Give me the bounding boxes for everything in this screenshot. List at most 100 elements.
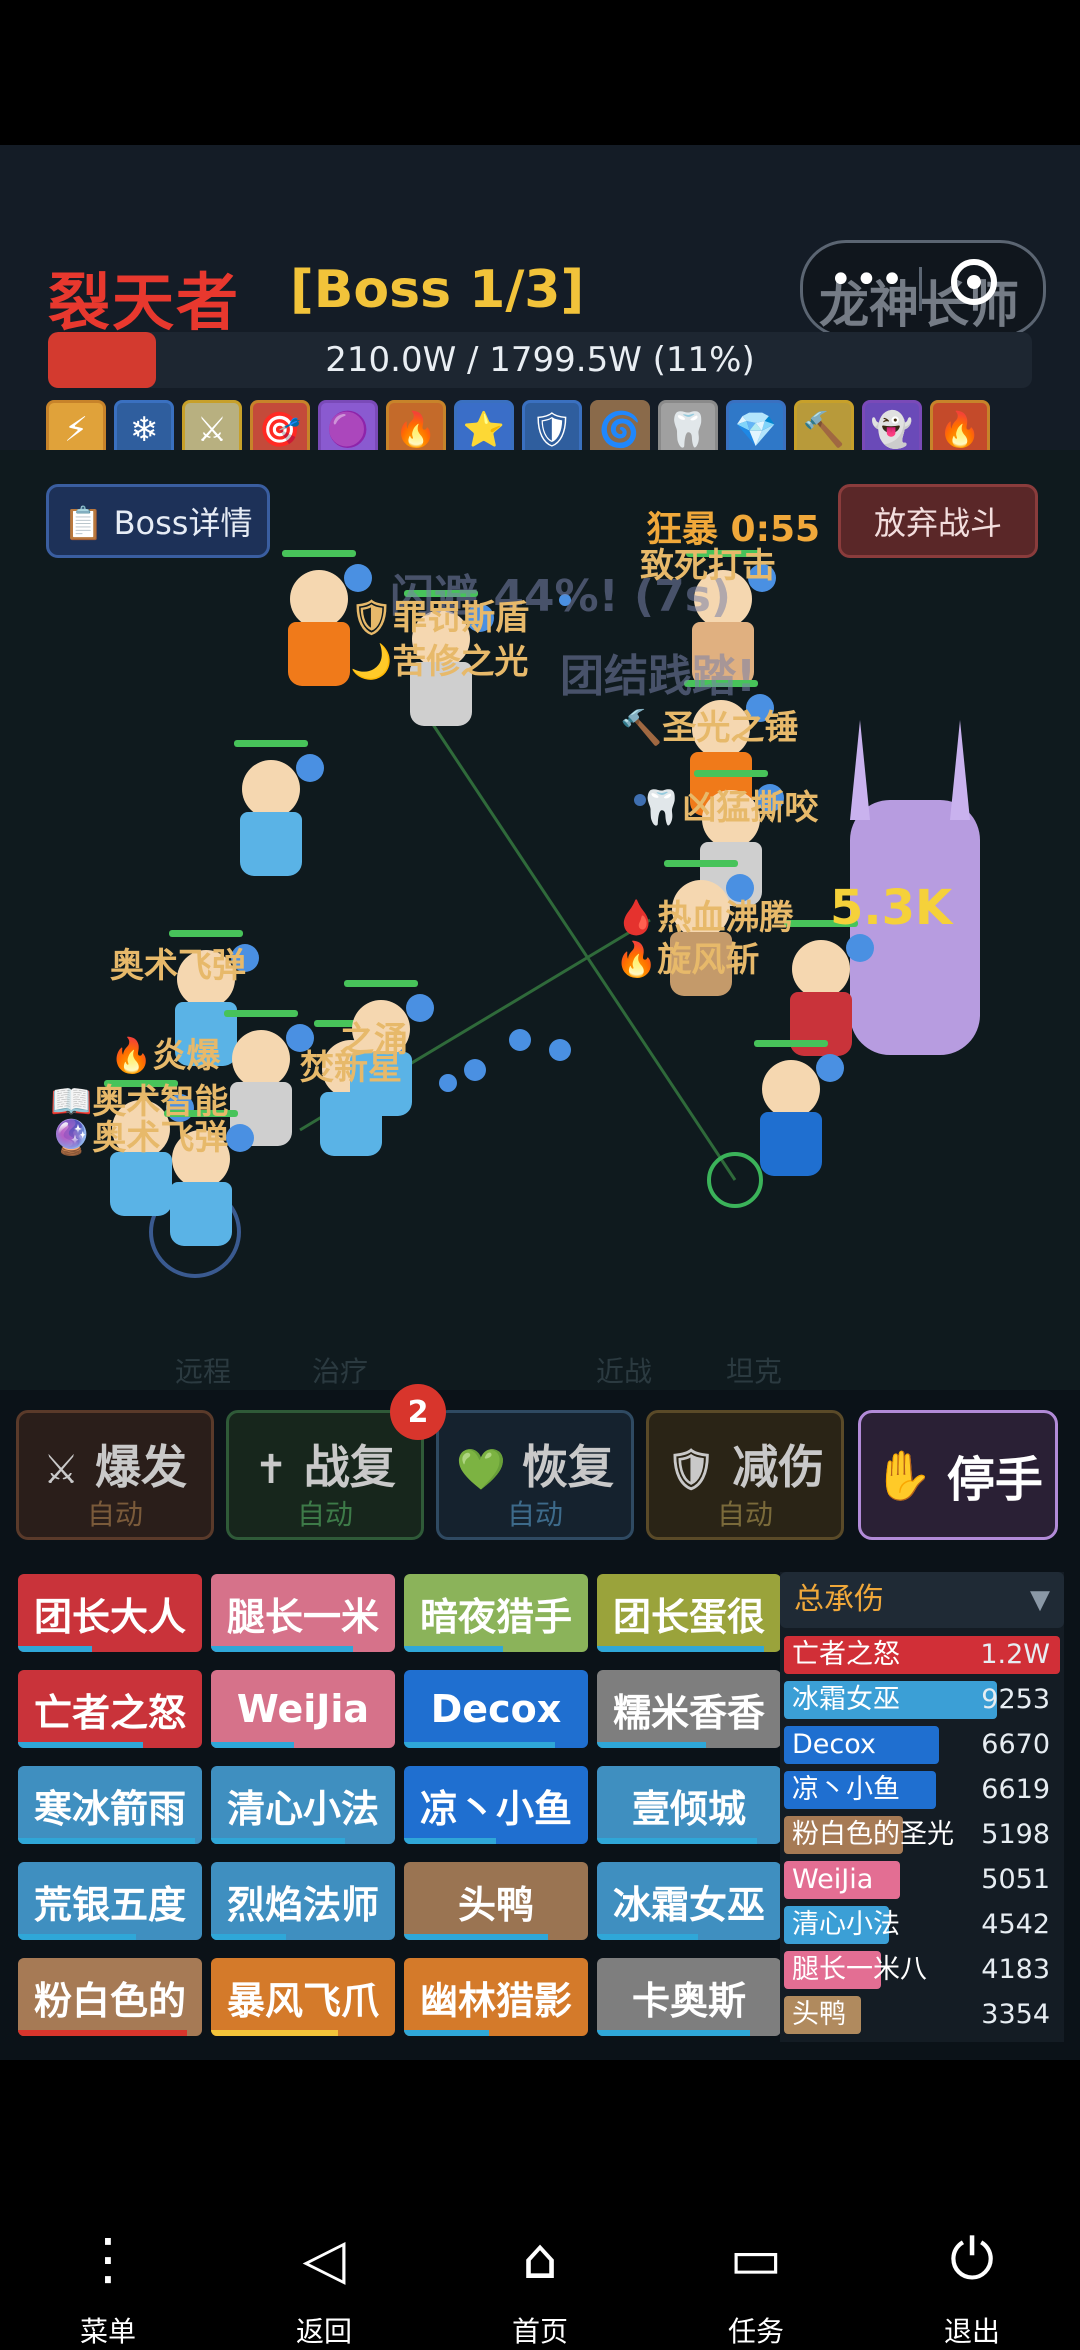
roster-name: 糯米香香: [612, 1690, 765, 1735]
damage-panel-title: 总承伤: [794, 1582, 884, 1617]
roster-name: 亡者之怒: [33, 1690, 186, 1735]
nav-label: 任务: [727, 2315, 784, 2348]
hand-icon: ✋: [873, 1447, 933, 1504]
action-title: 战复: [303, 1440, 396, 1494]
roster-name: WeiJia: [236, 1687, 370, 1731]
nav-2[interactable]: ⌂ 首页: [470, 2220, 610, 2350]
action-button-3[interactable]: 🛡 减伤 自动: [646, 1410, 844, 1540]
damage-panel-dropdown[interactable]: 总承伤 ▼: [780, 1572, 1064, 1628]
action-mode: 自动: [506, 1498, 563, 1531]
combat-text: 奥术飞弹: [110, 946, 246, 986]
nav-icon: ▭: [729, 2227, 783, 2292]
staff-orb-icon: [226, 1124, 254, 1152]
roster-card[interactable]: 亡者之怒: [18, 1670, 202, 1748]
action-title: 恢复: [521, 1440, 614, 1494]
close-target-icon[interactable]: [951, 259, 997, 305]
boss-name: 裂天者: [48, 266, 241, 339]
damage-name: 亡者之怒: [792, 1639, 900, 1670]
more-dots-icon[interactable]: •••: [829, 257, 906, 303]
roster-card[interactable]: 糯米香香: [597, 1670, 781, 1748]
nav-0[interactable]: ⋮ 菜单: [38, 2220, 178, 2350]
boss-stage: [Boss 1/3]: [290, 260, 585, 320]
action-button-1[interactable]: ✝ 战复 自动: [226, 1410, 424, 1540]
roster-name: 荒银五度: [33, 1882, 186, 1927]
roster-card[interactable]: 腿长一米: [211, 1574, 395, 1652]
roster-card[interactable]: WeiJia: [211, 1670, 395, 1748]
roster-card[interactable]: 冰霜女巫: [597, 1862, 781, 1940]
roster-name: 冰霜女巫: [612, 1882, 765, 1927]
unit-head: [792, 940, 850, 998]
action-icon: 💚: [456, 1447, 506, 1493]
roster-card[interactable]: 幽林猎影: [404, 1958, 588, 2036]
nav-icon: ⏻: [949, 2227, 995, 2292]
roster-hp-bar: [211, 1838, 346, 1844]
zone-label: 近战: [596, 1355, 653, 1388]
roster-hp-bar: [404, 1838, 496, 1844]
unit-hp-bar: [694, 770, 768, 777]
roster-name: 清心小法: [226, 1786, 379, 1831]
zone-label: 远程: [175, 1355, 232, 1388]
damage-row: 亡者之怒 1.2W: [784, 1636, 1060, 1674]
staff-orb-icon: [816, 1054, 844, 1082]
nav-3[interactable]: ▭ 任务: [686, 2220, 826, 2350]
nav-1[interactable]: ◁ 返回: [254, 2220, 394, 2350]
unit-body: [288, 622, 350, 686]
buff-icon: 🎯: [250, 400, 310, 450]
stop-button[interactable]: ✋ 停手: [858, 1410, 1058, 1540]
roster-card[interactable]: 清心小法: [211, 1766, 395, 1844]
staff-orb-icon: [406, 994, 434, 1022]
buff-icon: 🌀: [590, 400, 650, 450]
damage-row: 冰霜女巫 9253: [784, 1681, 1060, 1719]
roster-card[interactable]: 壹倾城: [597, 1766, 781, 1844]
action-title: 减伤: [732, 1440, 825, 1494]
buff-icon: ⚔: [182, 400, 242, 450]
roster-card[interactable]: 头鸭: [404, 1862, 588, 1940]
unit-hp-bar: [754, 1040, 828, 1047]
damage-row: 凉丶小鱼 6619: [784, 1771, 1060, 1809]
mini-program-capsule[interactable]: 龙神长师 •••: [800, 240, 1046, 338]
roster-name: 暗夜猎手: [419, 1594, 572, 1639]
combat-text: 🔥旋风斩: [615, 940, 760, 980]
unit-body: [170, 1182, 232, 1246]
roster-hp-bar: [404, 1646, 504, 1652]
combat-text: 🦷凶猛撕咬: [640, 788, 819, 828]
damage-value: 4542: [981, 1909, 1050, 1940]
buff-icon-row: ⚡ ❄ ⚔ 🎯 🟣 🔥 ⭐ 🛡 🌀 🦷 💎 🔨 👻 🔥: [46, 400, 1046, 450]
roster-card[interactable]: 团长蛋很: [597, 1574, 781, 1652]
stop-label: 停手: [946, 1452, 1043, 1508]
damage-value: 5198: [981, 1819, 1050, 1850]
damage-name: WeiJia: [792, 1864, 874, 1895]
combat-text: 🔮奥术飞弹: [50, 1118, 229, 1158]
roster-card[interactable]: 烈焰法师: [211, 1862, 395, 1940]
buff-icon: 🔨: [794, 400, 854, 450]
action-icon: ⚔: [43, 1447, 79, 1493]
roster-card[interactable]: Decox: [404, 1670, 588, 1748]
combat-text: 🔥炎爆: [110, 1036, 221, 1076]
roster-card[interactable]: 卡奥斯: [597, 1958, 781, 2036]
roster-card[interactable]: 凉丶小鱼: [404, 1766, 588, 1844]
unit-body: [760, 1112, 822, 1176]
roster-card[interactable]: 暴风飞爪: [211, 1958, 395, 2036]
action-icon: ✝: [254, 1447, 288, 1493]
action-button-0[interactable]: ⚔ 爆发 自动: [16, 1410, 214, 1540]
revive-count-badge: 2: [390, 1384, 446, 1440]
damage-name: 冰霜女巫: [792, 1684, 900, 1715]
boss-detail-button[interactable]: 📋 Boss详情: [46, 484, 270, 558]
roster-hp-bar: [597, 2030, 750, 2036]
roster-card[interactable]: 荒银五度: [18, 1862, 202, 1940]
roster-card[interactable]: 团长大人: [18, 1574, 202, 1652]
action-button-2[interactable]: 💚 恢复自动: [436, 1410, 634, 1540]
roster-card[interactable]: 暗夜猎手: [404, 1574, 588, 1652]
combat-text: 🔨圣光之锤: [620, 708, 799, 748]
roster-name: 卡奥斯: [631, 1978, 746, 2023]
roster-hp-bar: [211, 1646, 353, 1652]
unit-head: [242, 760, 300, 818]
nav-4[interactable]: ⏻ 退出: [902, 2220, 1042, 2350]
give-up-button[interactable]: 放弃战斗: [838, 484, 1038, 558]
roster-card[interactable]: 粉白色的: [18, 1958, 202, 2036]
nav-icon: ⌂: [522, 2227, 558, 2292]
roster-card[interactable]: 寒冰箭雨: [18, 1766, 202, 1844]
buff-icon: ⚡: [46, 400, 106, 450]
damage-row: Decox 6670: [784, 1726, 1060, 1764]
combat-text: 5.3K: [830, 880, 953, 936]
